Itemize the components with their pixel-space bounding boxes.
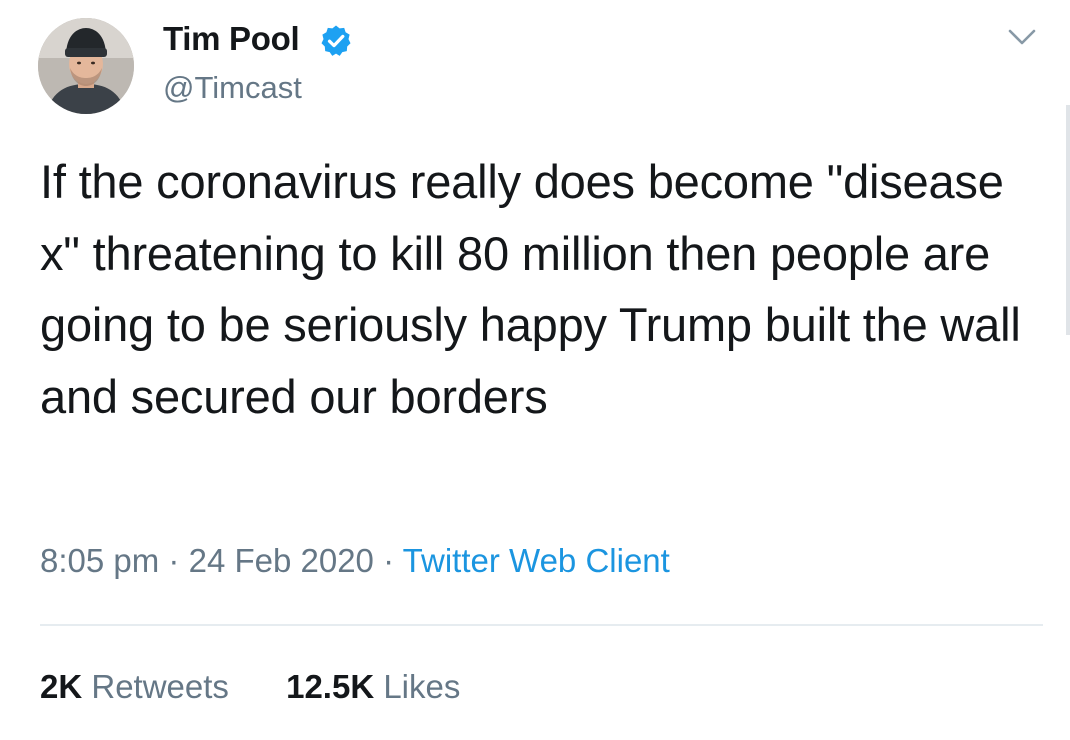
avatar-image [38, 18, 134, 114]
retweets-count: 2K [40, 668, 83, 705]
retweets-stat[interactable]: 2K Retweets [40, 668, 238, 705]
likes-label: Likes [383, 668, 461, 705]
tweet-card: Tim Pool @Timcast If the coronavirus rea… [0, 0, 1070, 740]
chevron-down-icon[interactable] [1004, 22, 1040, 52]
likes-count: 12.5K [286, 668, 375, 705]
retweets-label: Retweets [91, 668, 229, 705]
divider [40, 624, 1043, 626]
author-name[interactable]: Tim Pool [163, 20, 300, 58]
avatar[interactable] [38, 18, 134, 114]
verified-badge-icon [321, 25, 351, 56]
tweet-text: If the coronavirus really does become "d… [40, 155, 1021, 423]
tweet-source-link[interactable]: Twitter Web Client [403, 542, 670, 579]
scrollbar[interactable] [1066, 105, 1070, 335]
meta-separator: · [168, 542, 180, 579]
author-handle[interactable]: @Timcast [163, 70, 302, 106]
tweet-metadata: 8:05 pm · 24 Feb 2020 · Twitter Web Clie… [40, 542, 670, 580]
likes-stat[interactable]: 12.5K Likes [286, 668, 460, 705]
meta-separator: · [383, 542, 395, 579]
tweet-stats: 2K Retweets 12.5K Likes [40, 668, 460, 706]
tweet-date[interactable]: 24 Feb 2020 [189, 542, 374, 579]
tweet-time[interactable]: 8:05 pm [40, 542, 159, 579]
